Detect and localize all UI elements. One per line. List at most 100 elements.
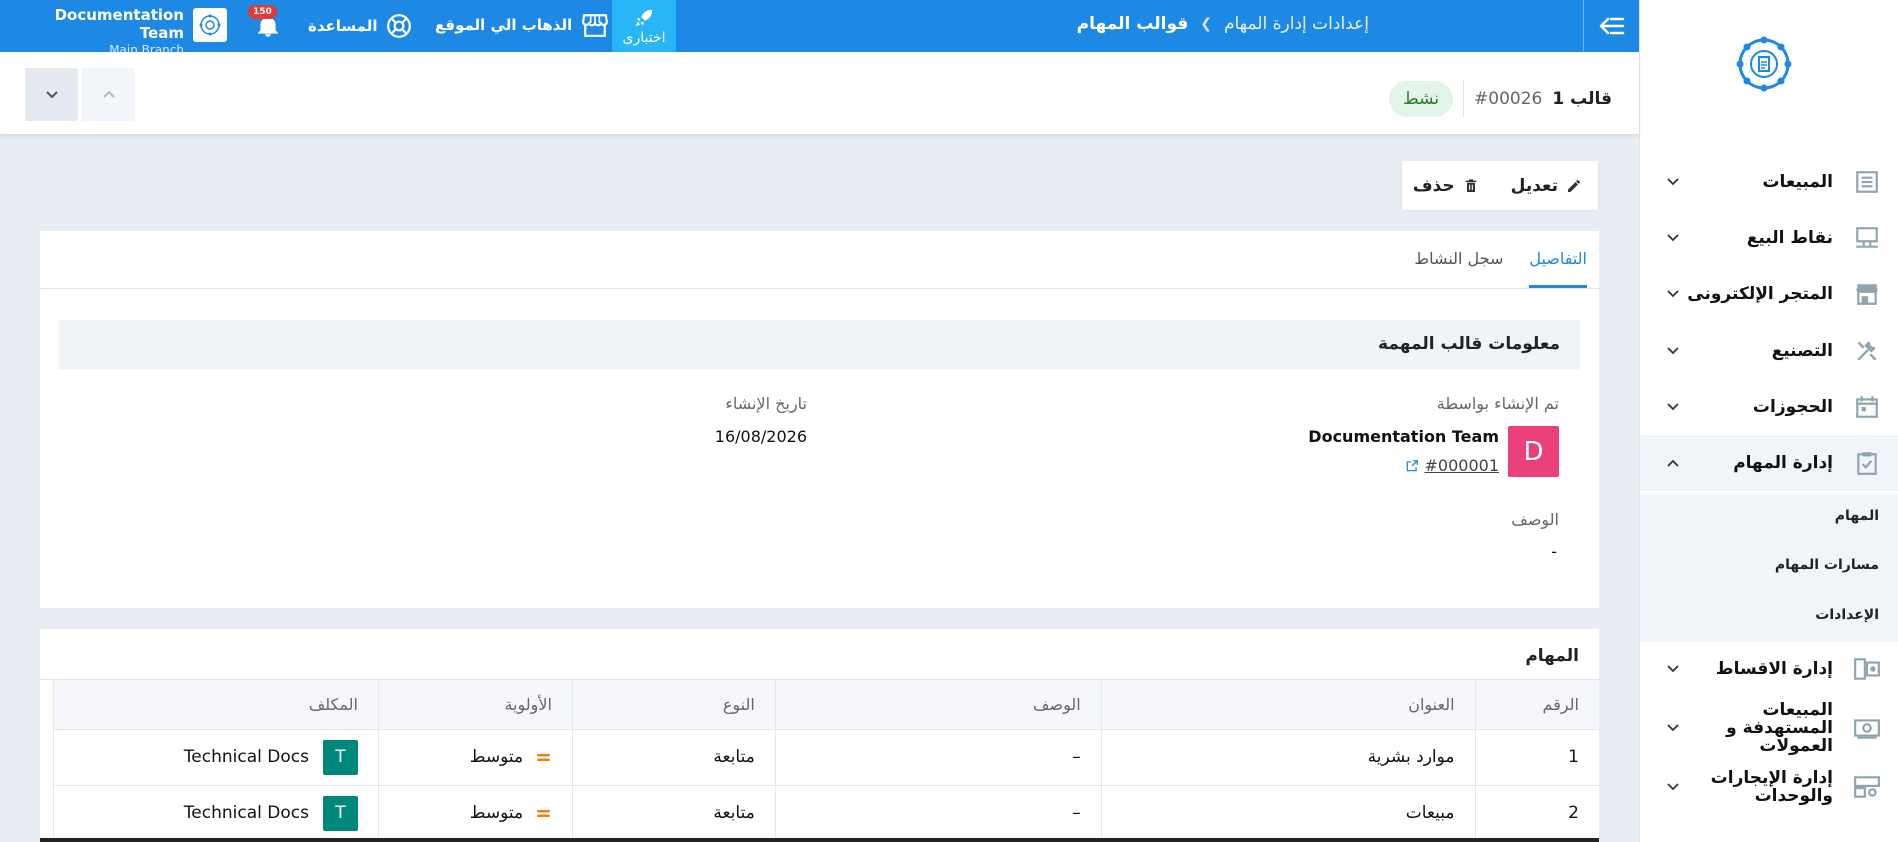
edit-label: تعديل	[1510, 175, 1558, 196]
task-type: متابعة	[571, 729, 776, 786]
sidebar-subitem-tasks[interactable]: المهام	[1835, 508, 1879, 524]
help-button[interactable]: المساعدة	[308, 13, 412, 39]
task-description: –	[774, 729, 1102, 786]
installments-icon	[1851, 653, 1883, 685]
user-info[interactable]: Documentation Team Main Branch	[26, 6, 184, 58]
store-icon	[1851, 278, 1883, 310]
sidebar-item-manufacturing[interactable]: التصنيع	[1640, 323, 1898, 379]
description-value: -	[1551, 542, 1557, 561]
scrollbar-edge	[40, 838, 1599, 842]
created-date-label: تاريخ الإنشاء	[725, 394, 807, 413]
table-header-row: الرقم العنوان الوصف النوع الأولوية المكل…	[53, 680, 1599, 730]
tasks-table: الرقم العنوان الوصف النوع الأولوية المكل…	[53, 680, 1599, 842]
delete-button[interactable]: حذف	[1397, 161, 1495, 210]
sidebar-item-targeted-sales[interactable]: المبيعات المستهدفة و العمولات	[1640, 700, 1898, 756]
trash-icon	[1465, 178, 1476, 192]
avatar: D	[1508, 426, 1559, 477]
company-logo-icon	[199, 14, 221, 36]
tools-icon	[1851, 335, 1883, 367]
task-description: –	[774, 785, 1102, 842]
money-icon	[1851, 712, 1883, 744]
sidebar-item-online-store[interactable]: المتجر الإلكترونى	[1640, 266, 1898, 322]
tab-activity-log[interactable]: سجل النشاط	[1414, 231, 1503, 288]
record-header: قالب 1 #00026 نشط	[0, 52, 1639, 134]
previous-record-button[interactable]	[82, 68, 135, 121]
sidebar-item-label: التصنيع	[1771, 341, 1833, 361]
task-assignee: T Technical Docs	[53, 785, 379, 842]
section-title: معلومات قالب المهمة	[1378, 334, 1560, 354]
top-bar: Documentation Team Main Branch 150 المسا…	[0, 0, 1639, 57]
trial-button[interactable]: اختبارى	[612, 0, 676, 52]
breadcrumb-current: قوالب المهام	[1076, 14, 1189, 34]
sidebar-item-sales[interactable]: المبيعات	[1640, 154, 1898, 210]
avatar: T	[322, 795, 358, 831]
tab-details[interactable]: التفاصيل	[1529, 231, 1587, 288]
task-check-icon	[1851, 447, 1883, 479]
user-name: Documentation Team	[54, 6, 184, 42]
action-buttons: تعديل حذف	[1402, 161, 1598, 210]
avatar: T	[322, 739, 358, 775]
receipt-icon	[1851, 166, 1883, 198]
template-name: قالب 1	[1552, 89, 1612, 109]
sidebar-toggle-button[interactable]	[1583, 0, 1639, 52]
chevron-down-icon	[1666, 403, 1680, 411]
chevron-down-icon	[1666, 290, 1680, 298]
column-header: الوصف	[774, 680, 1102, 730]
chevron-left-icon: ❯	[1200, 16, 1212, 32]
creator-id: #000001	[1424, 456, 1499, 475]
priority-label: متوسط	[469, 803, 524, 823]
sidebar-item-pos[interactable]: نقاط البيع	[1640, 210, 1898, 266]
edit-button[interactable]: تعديل	[1495, 161, 1598, 210]
task-title: مبيعات	[1100, 785, 1476, 842]
sidebar-item-bookings[interactable]: الحجوزات	[1640, 379, 1898, 435]
task-priority: = متوسط	[377, 785, 573, 842]
task-priority: = متوسط	[377, 729, 573, 786]
sidebar-item-label: الحجوزات	[1752, 397, 1833, 417]
template-number: #00026	[1474, 89, 1543, 109]
breadcrumb-parent[interactable]: إعدادات إدارة المهام	[1224, 14, 1369, 34]
app-logo-icon	[1736, 36, 1792, 92]
description-label: الوصف	[1511, 510, 1559, 529]
help-label: المساعدة	[308, 17, 378, 35]
task-number: 1	[1474, 729, 1599, 786]
table-row[interactable]: 2 مبيعات – متابعة = متوسط T Technical Do…	[53, 785, 1599, 842]
delete-label: حذف	[1412, 175, 1455, 196]
chevron-down-icon	[1666, 724, 1680, 732]
external-link-icon	[1406, 459, 1418, 471]
sidebar-item-installments[interactable]: إدارة الاقساط	[1640, 641, 1898, 697]
go-to-site-label: الذهاب الي الموقع	[435, 16, 573, 34]
sidebar-subitem-settings[interactable]: الإعدادات	[1815, 607, 1879, 623]
task-title: موارد بشرية	[1100, 729, 1476, 786]
sidebar-item-label: إدارة الاقساط	[1715, 659, 1833, 679]
tab-bar: التفاصيل سجل النشاط	[1414, 231, 1587, 288]
sidebar: المبيعات نقاط البيع المتجر الإلكترونى ال…	[1639, 0, 1898, 842]
sidebar-subitem-task-pipelines[interactable]: مسارات المهام	[1775, 557, 1879, 573]
next-record-button[interactable]	[25, 68, 78, 121]
divider	[1463, 80, 1465, 118]
breadcrumb: إعدادات إدارة المهام ❯ قوالب المهام	[1077, 14, 1369, 34]
record-title: قالب 1 #00026 نشط	[1388, 80, 1612, 118]
sidebar-item-task-management[interactable]: إدارة المهام	[1640, 435, 1898, 491]
column-header: الأولوية	[377, 680, 573, 730]
calendar-icon	[1851, 391, 1883, 423]
chevron-up-icon	[102, 90, 115, 98]
company-logo[interactable]	[193, 8, 227, 42]
assignee-name: Technical Docs	[183, 747, 309, 767]
rocket-icon	[635, 9, 653, 26]
sidebar-item-label: إدارة المهام	[1733, 453, 1833, 473]
column-header: المكلف	[53, 680, 379, 730]
creator-link[interactable]: #000001	[1405, 456, 1499, 475]
go-to-site-button[interactable]: الذهاب الي الموقع	[435, 13, 609, 37]
app-logo[interactable]	[1734, 34, 1794, 94]
collapse-menu-icon	[1599, 17, 1624, 35]
trial-label: اختبارى	[622, 29, 666, 46]
sidebar-item-label: نقاط البيع	[1746, 228, 1833, 248]
column-header: العنوان	[1100, 680, 1476, 730]
sidebar-item-label: إدارة الإيجارات والوحدات	[1710, 768, 1833, 806]
table-row[interactable]: 1 موارد بشرية – متابعة = متوسط T Technic…	[53, 729, 1599, 786]
task-assignee: T Technical Docs	[53, 729, 379, 786]
created-by-label: تم الإنشاء بواسطة	[1436, 394, 1559, 413]
sidebar-item-label: المتجر الإلكترونى	[1687, 284, 1833, 304]
sidebar-item-rentals[interactable]: إدارة الإيجارات والوحدات	[1640, 759, 1898, 815]
lifebuoy-icon	[386, 14, 411, 38]
